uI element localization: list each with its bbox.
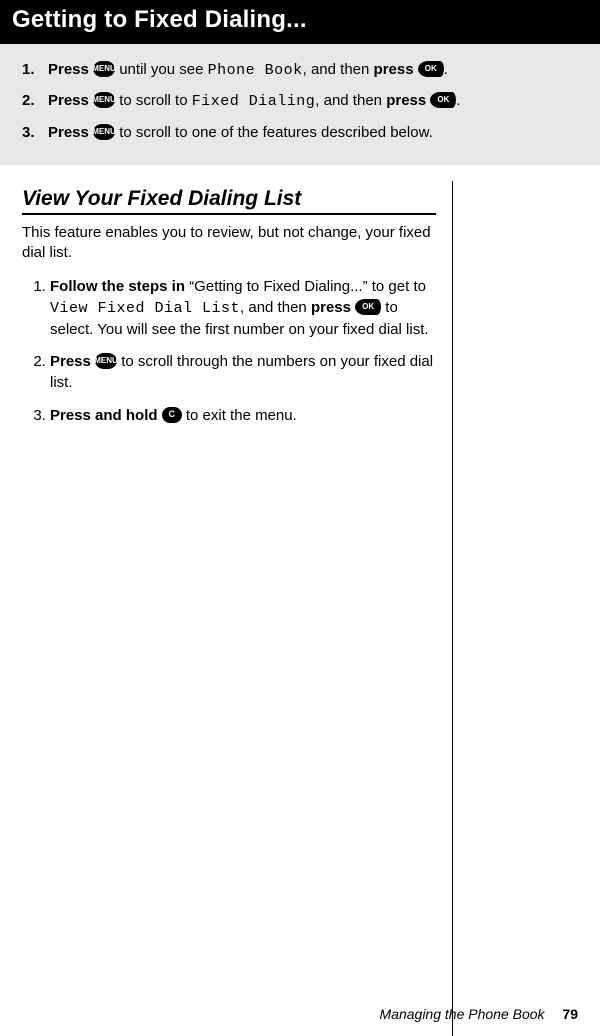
getting-to-item: 3. Press MENU to scroll to one of the fe… [22, 123, 578, 143]
list-text: Press MENU to scroll to one of the featu… [48, 123, 433, 143]
ok-icon: OK [430, 92, 456, 108]
menu-icon: MENU [93, 92, 115, 108]
list-text: Press MENU until you see Phone Book, and… [48, 60, 448, 81]
list-number: 3. [22, 123, 40, 143]
section-intro: This feature enables you to review, but … [22, 223, 436, 264]
getting-to-box: 1. Press MENU until you see Phone Book, … [0, 44, 600, 165]
getting-to-item: 2. Press MENU to scroll to Fixed Dialing… [22, 91, 578, 112]
footer-page-number: 79 [562, 1006, 578, 1022]
page-footer: Managing the Phone Book 79 [380, 1006, 578, 1022]
main-content: View Your Fixed Dialing List This featur… [0, 165, 600, 1036]
getting-to-list: 1. Press MENU until you see Phone Book, … [22, 60, 578, 143]
page: Getting to Fixed Dialing... 1. Press MEN… [0, 0, 600, 1036]
step-item: Press MENU to scroll through the numbers… [50, 352, 436, 393]
menu-icon: MENU [93, 61, 115, 77]
list-text: Press MENU to scroll to Fixed Dialing, a… [48, 91, 461, 112]
step-item: Follow the steps in “Getting to Fixed Di… [50, 277, 436, 340]
main-column: View Your Fixed Dialing List This featur… [22, 181, 452, 1036]
side-column [452, 181, 578, 1036]
menu-icon: MENU [93, 124, 115, 140]
steps-list: Follow the steps in “Getting to Fixed Di… [22, 277, 436, 426]
page-header: Getting to Fixed Dialing... [0, 0, 600, 44]
section-heading: View Your Fixed Dialing List [22, 187, 436, 215]
c-icon: C [162, 407, 182, 423]
header-title: Getting to Fixed Dialing... [12, 6, 307, 33]
list-number: 2. [22, 91, 40, 112]
ok-icon: OK [418, 61, 444, 77]
footer-chapter: Managing the Phone Book [380, 1006, 545, 1022]
ok-icon: OK [355, 299, 381, 315]
menu-icon: MENU [95, 353, 117, 369]
getting-to-item: 1. Press MENU until you see Phone Book, … [22, 60, 578, 81]
list-number: 1. [22, 60, 40, 81]
two-column-layout: View Your Fixed Dialing List This featur… [22, 181, 578, 1036]
step-item: Press and hold C to exit the menu. [50, 406, 436, 427]
